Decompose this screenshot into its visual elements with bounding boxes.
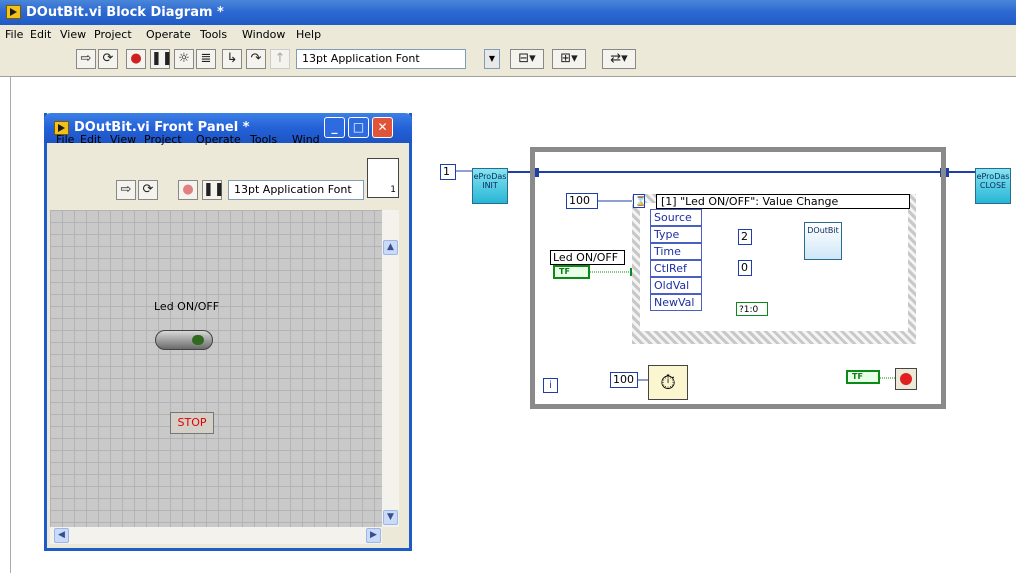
- scroll-down-icon[interactable]: ▼: [383, 510, 398, 525]
- fp-abort-icon[interactable]: ●: [178, 180, 198, 200]
- fp-menu-tools[interactable]: Tools: [250, 133, 277, 146]
- bool-to-01-function[interactable]: ?1:0: [736, 302, 768, 316]
- wait-constant[interactable]: 100: [610, 372, 638, 388]
- event-item-time: Time: [650, 243, 702, 260]
- minimize-icon[interactable]: _: [324, 117, 345, 138]
- fp-menu-operate[interactable]: Operate: [196, 133, 241, 146]
- iteration-terminal: i: [543, 378, 558, 393]
- event-item-oldval: OldVal: [650, 277, 702, 294]
- event-item-source: Source: [650, 209, 702, 226]
- stop-button[interactable]: STOP: [170, 412, 214, 434]
- fp-pause-icon[interactable]: ❚❚: [202, 180, 225, 200]
- fp-connector-pane-icon[interactable]: 1: [367, 158, 399, 198]
- fp-run-continuous-icon[interactable]: ⟳: [138, 180, 158, 200]
- bit-constant[interactable]: 0: [738, 260, 752, 276]
- event-data-node: Source Type Time CtlRef OldVal NewVal: [650, 209, 702, 311]
- event-case-selector[interactable]: [1] "Led ON/OFF": Value Change: [656, 194, 910, 209]
- front-panel-canvas[interactable]: [50, 210, 382, 527]
- close-icon[interactable]: ✕: [372, 117, 393, 138]
- timeout-terminal-icon: ⌛: [633, 194, 646, 208]
- event-item-newval: NewVal: [650, 294, 702, 311]
- led-label: Led ON/OFF: [154, 300, 220, 313]
- scroll-right-icon[interactable]: ▶: [366, 528, 381, 543]
- maximize-icon[interactable]: □: [348, 117, 369, 138]
- scroll-left-icon[interactable]: ◀: [54, 528, 69, 543]
- led-control-terminal[interactable]: TF: [553, 265, 590, 279]
- scroll-up-icon[interactable]: ▲: [383, 240, 398, 255]
- fp-menu-file[interactable]: File: [56, 133, 74, 146]
- fp-menu-project[interactable]: Project: [144, 133, 182, 146]
- vertical-scrollbar[interactable]: ▲ ▼: [382, 210, 399, 527]
- port-constant[interactable]: 2: [738, 229, 752, 245]
- fp-font-selector[interactable]: 13pt Application Font: [228, 180, 364, 200]
- fp-menu-edit[interactable]: Edit: [80, 133, 101, 146]
- stop-condition-terminal[interactable]: [895, 368, 917, 390]
- horizontal-scrollbar[interactable]: ◀ ▶: [50, 527, 382, 544]
- event-item-type: Type: [650, 226, 702, 243]
- fp-run-arrow-icon[interactable]: ⇨: [116, 180, 136, 200]
- fp-menu-view[interactable]: View: [110, 133, 136, 146]
- timeout-constant[interactable]: 100: [566, 193, 598, 209]
- led-switch[interactable]: [155, 330, 213, 350]
- event-item-ctlref: CtlRef: [650, 260, 702, 277]
- init-constant[interactable]: 1: [440, 164, 456, 180]
- stop-control-terminal[interactable]: TF: [846, 370, 880, 384]
- fp-menu-window[interactable]: Wind: [292, 133, 320, 146]
- doutbit-vi[interactable]: DOutBit: [804, 222, 842, 260]
- eprodas-init-vi[interactable]: eProDas INIT: [472, 168, 508, 204]
- eprodas-close-vi[interactable]: eProDas CLOSE: [975, 168, 1011, 204]
- led-control-label: Led ON/OFF: [550, 250, 625, 265]
- wait-ms-icon[interactable]: ⏱: [648, 365, 688, 400]
